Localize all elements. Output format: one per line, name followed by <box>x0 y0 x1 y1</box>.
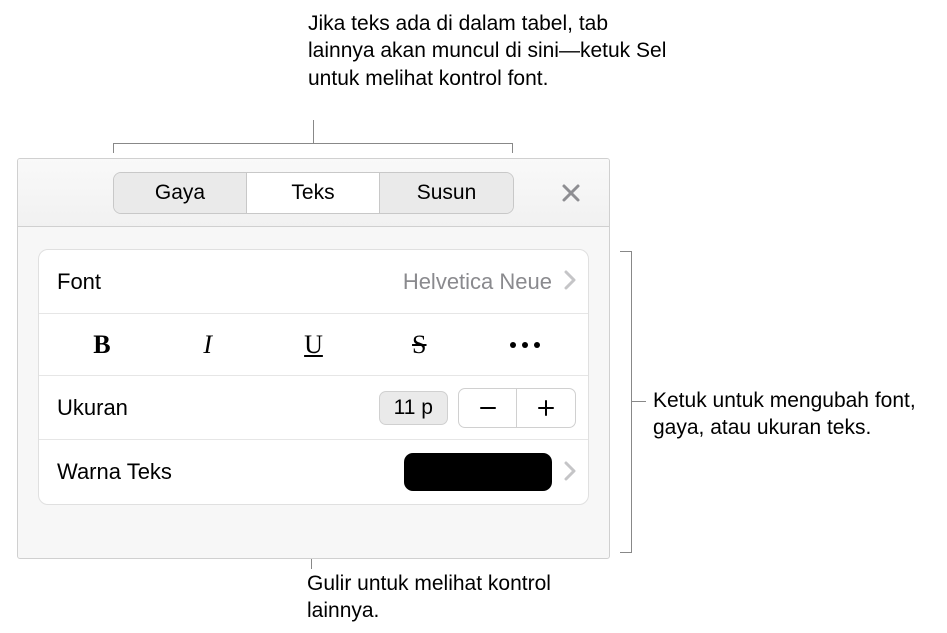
underline-button[interactable]: U <box>261 314 367 375</box>
callout-bottom: Gulir untuk melihat kontrol lainnya. <box>307 570 587 625</box>
font-value: Helvetica Neue <box>403 269 552 295</box>
callout-right: Ketuk untuk mengubah font, gaya, atau uk… <box>653 387 933 442</box>
increase-size-button[interactable] <box>517 389 575 427</box>
tab-text[interactable]: Teks <box>247 173 380 213</box>
callout-line-right <box>632 401 646 402</box>
color-swatch[interactable] <box>404 453 552 491</box>
segmented-control: Gaya Teks Susun <box>113 172 514 214</box>
panel-header: Gaya Teks Susun <box>18 159 609 227</box>
size-stepper <box>458 388 576 428</box>
tab-arrange[interactable]: Susun <box>380 173 513 213</box>
font-label: Font <box>57 269 101 295</box>
strikethrough-button[interactable]: S <box>366 314 472 375</box>
chevron-right-icon <box>564 266 576 297</box>
italic-button[interactable]: I <box>155 314 261 375</box>
decrease-size-button[interactable] <box>459 389 517 427</box>
more-icon <box>510 342 540 348</box>
more-options-button[interactable] <box>472 314 578 375</box>
settings-card: Font Helvetica Neue B I U S Ukuran 11 p <box>38 249 589 505</box>
format-row: B I U S <box>39 314 588 376</box>
bold-button[interactable]: B <box>49 314 155 375</box>
close-button[interactable] <box>555 177 587 209</box>
format-panel: Gaya Teks Susun Font Helvetica Neue B <box>17 158 610 559</box>
size-value[interactable]: 11 p <box>379 391 448 425</box>
size-row: Ukuran 11 p <box>39 376 588 440</box>
text-color-label: Warna Teks <box>57 459 172 485</box>
plus-icon <box>536 398 556 418</box>
chevron-right-icon <box>564 457 576 488</box>
text-color-row[interactable]: Warna Teks <box>39 440 588 504</box>
bracket-top <box>113 143 513 153</box>
bracket-right <box>620 251 632 553</box>
close-icon <box>561 183 581 203</box>
size-label: Ukuran <box>57 395 128 421</box>
callout-top: Jika teks ada di dalam tabel, tab lainny… <box>308 10 678 92</box>
font-row[interactable]: Font Helvetica Neue <box>39 250 588 314</box>
minus-icon <box>478 398 498 418</box>
callout-line-top <box>313 120 314 143</box>
tab-style[interactable]: Gaya <box>114 173 247 213</box>
panel-body: Font Helvetica Neue B I U S Ukuran 11 p <box>18 227 609 505</box>
